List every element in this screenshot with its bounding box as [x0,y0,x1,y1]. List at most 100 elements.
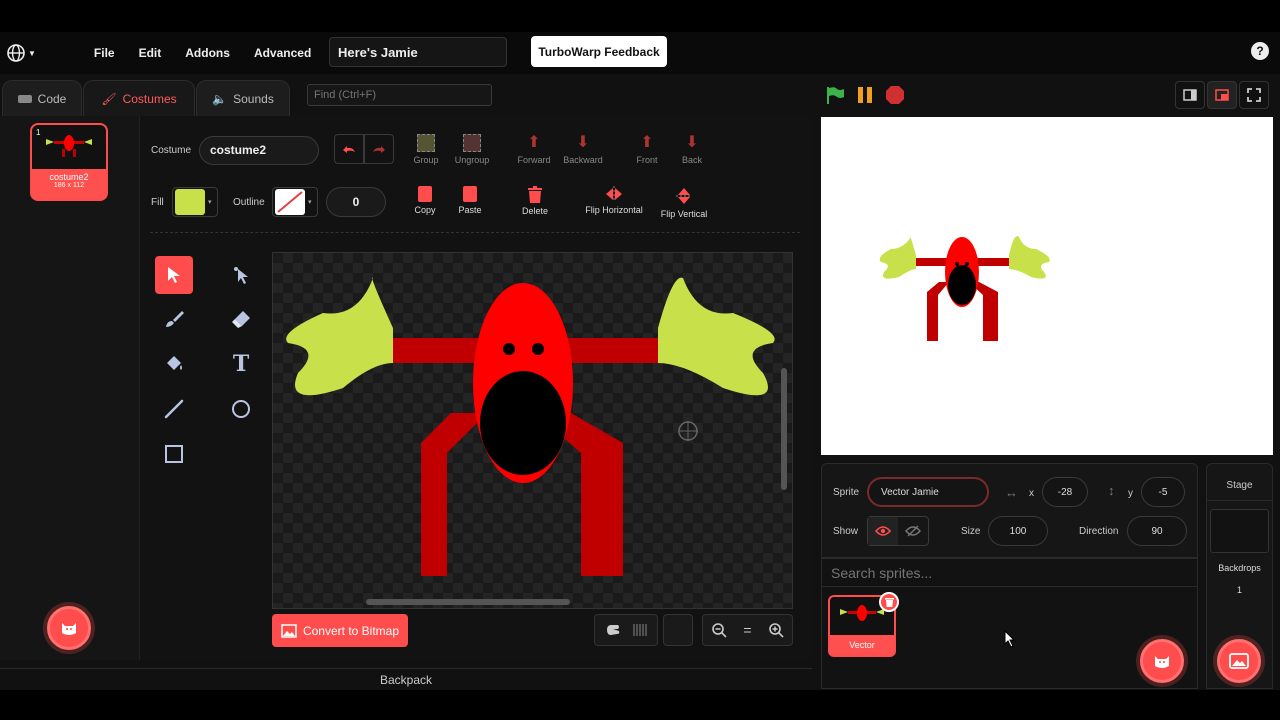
zoom-controls: = [702,614,793,646]
arrow-up-icon: ⬆ [527,134,541,151]
outline-color-picker[interactable]: ▾ [272,187,318,217]
language-menu[interactable]: ▼ [6,43,36,63]
delete-button[interactable]: Delete [518,186,552,216]
canvas-horizontal-scrollbar[interactable] [366,599,570,605]
small-stage-icon [1183,89,1197,101]
outline-width-input[interactable]: 0 [326,187,386,217]
sprite-search-input[interactable] [822,559,1197,587]
select-tool[interactable] [155,256,193,294]
backward-button[interactable]: ⬇ Backward [560,134,606,165]
rectangle-tool[interactable] [155,435,193,473]
sprite-name-input[interactable]: Vector Jamie [867,477,989,507]
feedback-button[interactable]: TurboWarp Feedback [531,36,667,67]
y-position-input[interactable]: -5 [1141,477,1185,507]
moon-icon [676,624,682,636]
pause-icon[interactable] [855,85,875,105]
eraser-tool[interactable] [222,300,260,338]
circle-icon [232,400,250,418]
delete-label: Delete [521,206,548,216]
menu-edit[interactable]: Edit [139,46,162,60]
fill-tool[interactable] [155,345,193,383]
add-backdrop-button[interactable] [1217,639,1261,683]
image-add-icon [1229,653,1249,669]
menu-advanced[interactable]: Advanced [254,46,311,60]
arrow-to-bottom-icon: ⬇ [685,134,699,151]
convert-to-bitmap-button[interactable]: Convert to Bitmap [272,614,408,647]
stage-canvas[interactable] [821,117,1273,455]
mouse-cursor-icon [1004,630,1016,648]
flip-horizontal-icon [606,186,622,202]
show-sprite-button[interactable] [868,517,898,545]
paste-label: Paste [458,205,482,215]
eraser-icon [232,311,250,328]
delete-sprite-button[interactable] [879,592,899,612]
trash-icon [884,598,894,607]
bottom-strip [0,690,1280,720]
speaker-icon: 🔈 [212,91,228,106]
size-input[interactable]: 100 [988,516,1048,546]
circle-tool[interactable] [222,390,260,428]
brush-tool[interactable] [155,300,193,338]
cat-add-icon [1155,656,1169,668]
layout-controls [1175,81,1269,109]
tab-sounds[interactable]: 🔈 Sounds [196,80,290,116]
flip-horizontal-button[interactable]: Flip Horizontal [580,186,648,215]
tab-costumes[interactable]: 🖌 Costumes [83,80,195,116]
costume-name-input[interactable]: costume2 [199,136,319,165]
zoom-out-icon[interactable] [711,622,727,638]
zoom-in-icon[interactable] [768,622,784,638]
stage-selector-panel[interactable]: Stage Backdrops 1 [1206,463,1273,689]
text-tool[interactable]: T [222,345,260,383]
costume-tile[interactable]: 1 costume2 186 x 112 [30,123,108,201]
large-stage-button[interactable] [1207,81,1237,109]
stop-icon[interactable] [885,85,905,105]
small-stage-button[interactable] [1175,81,1205,109]
bitmap-vector-toggle[interactable] [594,614,658,646]
tab-code[interactable]: Code [2,80,82,116]
project-title-input[interactable]: Here's Jamie [329,37,507,67]
canvas-vertical-scrollbar[interactable] [781,368,787,490]
line-icon [164,399,184,419]
theme-toggle[interactable] [54,45,68,61]
hide-sprite-button[interactable] [898,517,928,545]
paste-icon [463,186,477,202]
back-button[interactable]: ⬇ Back [675,134,709,165]
find-input[interactable] [307,84,492,106]
forward-button[interactable]: ⬆ Forward [514,134,554,165]
front-button[interactable]: ⬆ Front [630,134,664,165]
dark-mode-toggle[interactable] [663,614,693,646]
brush-icon: 🖌 [101,91,117,106]
menu-file[interactable]: File [94,46,115,60]
backpack-bar[interactable]: Backpack [0,668,812,690]
paste-button[interactable]: Paste [455,186,485,215]
reshape-icon [234,267,248,284]
group-button[interactable]: Group [410,134,442,165]
code-icon [17,94,32,103]
fullscreen-button[interactable] [1239,81,1269,109]
help-icon[interactable]: ? [1251,42,1269,60]
chevron-down-icon: ▼ [28,48,36,58]
reshape-tool[interactable] [222,256,260,294]
copy-button[interactable]: Copy [411,186,439,215]
redo-button[interactable] [364,134,394,164]
add-sprite-button[interactable] [1140,639,1184,683]
x-position-input[interactable]: -28 [1042,477,1088,507]
stage-sprite-jamie [879,236,1050,341]
flip-vertical-button[interactable]: Flip Vertical [656,186,712,219]
fill-color-picker[interactable]: ▾ [172,187,218,217]
cursor-arrow-icon [168,267,180,283]
undo-button[interactable] [334,134,364,164]
green-flag-icon[interactable] [825,85,845,105]
outline-label: Outline [233,197,265,208]
add-costume-button[interactable] [47,606,91,650]
line-tool[interactable] [155,390,193,428]
costume-tile-name: costume2 [49,172,89,182]
paint-canvas[interactable] [272,252,793,609]
arrow-down-icon: ⬇ [576,134,590,151]
sprite-label: Sprite [833,487,860,498]
direction-input[interactable]: 90 [1127,516,1187,546]
stage-controls [825,85,905,105]
menu-addons[interactable]: Addons [185,46,230,60]
ungroup-button[interactable]: Ungroup [452,134,492,165]
zoom-reset-button[interactable]: = [743,622,751,638]
